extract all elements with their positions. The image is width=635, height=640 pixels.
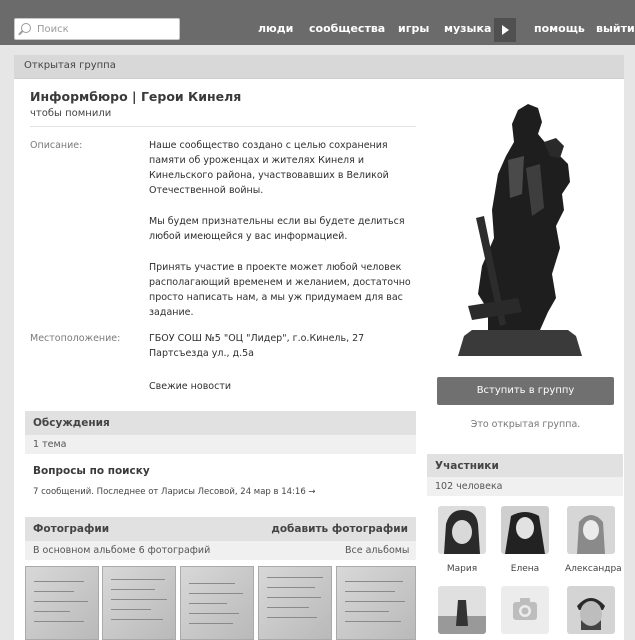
group-title: Информбюро | Герои Кинеля bbox=[30, 89, 242, 104]
divider bbox=[30, 126, 416, 127]
description-line: Отечественной войны. bbox=[149, 185, 264, 196]
members-title: Участники bbox=[435, 460, 499, 472]
all-albums-link[interactable]: Все альбомы bbox=[345, 545, 409, 556]
location-text: ГБОУ СОШ №5 "ОЦ "Лидер", г.о.Кинель, 27 … bbox=[149, 331, 413, 361]
nav-logout[interactable]: выйти bbox=[596, 22, 635, 35]
discussions-count-bar: 1 тема bbox=[25, 435, 416, 454]
discussions-header[interactable]: Обсуждения bbox=[25, 411, 416, 435]
search-icon bbox=[21, 23, 31, 33]
description-line: задание. bbox=[149, 307, 194, 318]
photos-title: Фотографии bbox=[33, 523, 110, 535]
group-type-bar: Открытая группа bbox=[14, 55, 624, 79]
photo-thumbnail[interactable] bbox=[25, 566, 99, 640]
search-input[interactable] bbox=[37, 21, 177, 37]
nav-games[interactable]: игры bbox=[398, 22, 429, 35]
member-name[interactable]: Александра bbox=[565, 564, 622, 574]
description-line: Кинельского района, участвовавших в Вели… bbox=[149, 170, 389, 181]
nav-music[interactable]: музыка bbox=[444, 22, 491, 35]
member-card[interactable]: Александра bbox=[565, 506, 622, 574]
member-card[interactable] bbox=[565, 586, 617, 634]
album-info: В основном альбоме 6 фотографий bbox=[33, 545, 211, 556]
description-text: Наше сообщество создано с целью сохранен… bbox=[149, 138, 413, 320]
nav-people[interactable]: люди bbox=[258, 22, 293, 35]
topic-meta: 7 сообщений. Последнее от Ларисы Лесовой… bbox=[33, 487, 316, 497]
members-header[interactable]: Участники bbox=[427, 454, 623, 478]
avatar[interactable] bbox=[438, 586, 486, 634]
discussions-title: Обсуждения bbox=[33, 417, 110, 429]
nav-communities[interactable]: сообщества bbox=[309, 22, 385, 35]
member-card[interactable]: Елена bbox=[499, 506, 551, 574]
photo-thumbnail[interactable] bbox=[180, 566, 254, 640]
members-count: 102 человека bbox=[435, 481, 503, 492]
member-name[interactable]: Елена bbox=[499, 564, 551, 574]
member-card[interactable] bbox=[436, 586, 488, 634]
location-line: ГБОУ СОШ №5 "ОЦ "Лидер", г.о.Кинель, 27 bbox=[149, 333, 365, 344]
join-group-button[interactable]: Вступить в группу bbox=[437, 377, 614, 405]
photos-info-bar: В основном альбоме 6 фотографий Все альб… bbox=[25, 541, 416, 560]
avatar[interactable] bbox=[567, 586, 615, 634]
description-line: Мы будем признательны если вы будете дел… bbox=[149, 216, 405, 227]
photos-header[interactable]: Фотографии добавить фотографии bbox=[25, 517, 416, 541]
description-line: Принять участие в проекте может любой че… bbox=[149, 262, 402, 273]
news-link[interactable]: Свежие новости bbox=[149, 379, 413, 394]
description-line: просто написать нам, а мы уж придумаем д… bbox=[149, 292, 403, 303]
search-box[interactable] bbox=[14, 18, 180, 40]
photo-thumbnail[interactable] bbox=[336, 566, 416, 640]
description-line bbox=[149, 244, 413, 260]
description-line: располагающий временем и желанием, доста… bbox=[149, 277, 411, 288]
members-count-bar: 102 человека bbox=[427, 477, 623, 496]
description-line: памяти об уроженцах и жителях Кинеля и bbox=[149, 155, 365, 166]
group-avatar-statue[interactable] bbox=[448, 98, 590, 360]
member-card[interactable] bbox=[499, 586, 551, 634]
group-type-label: Открытая группа bbox=[24, 60, 116, 71]
open-group-text: Это открытая группа. bbox=[470, 419, 581, 430]
avatar[interactable] bbox=[501, 586, 549, 634]
photo-thumbnail[interactable] bbox=[102, 566, 176, 640]
nav-help[interactable]: помощь bbox=[534, 22, 585, 35]
description-line bbox=[149, 198, 413, 214]
topic-title[interactable]: Вопросы по поиску bbox=[33, 465, 150, 477]
location-label: Местоположение: bbox=[30, 333, 121, 344]
avatar[interactable] bbox=[438, 506, 486, 554]
discussions-count: 1 тема bbox=[33, 439, 67, 450]
member-card[interactable]: Мария bbox=[436, 506, 488, 574]
description-label: Описание: bbox=[30, 140, 83, 151]
description-line: Наше сообщество создано с целью сохранен… bbox=[149, 140, 388, 151]
top-bar: люди сообщества игры музыка помощь выйти bbox=[0, 0, 635, 45]
location-line: Партсъезда ул., д.5а bbox=[149, 348, 254, 359]
description-line: любой имеющейся у вас информацией. bbox=[149, 231, 348, 242]
play-icon[interactable] bbox=[494, 18, 516, 42]
avatar[interactable] bbox=[567, 506, 615, 554]
photo-thumbnail[interactable] bbox=[258, 566, 332, 640]
camera-icon bbox=[513, 598, 537, 620]
avatar[interactable] bbox=[501, 506, 549, 554]
member-name[interactable]: Мария bbox=[436, 564, 488, 574]
group-subtitle: чтобы помнили bbox=[30, 108, 112, 119]
add-photos-link[interactable]: добавить фотографии bbox=[271, 523, 408, 535]
